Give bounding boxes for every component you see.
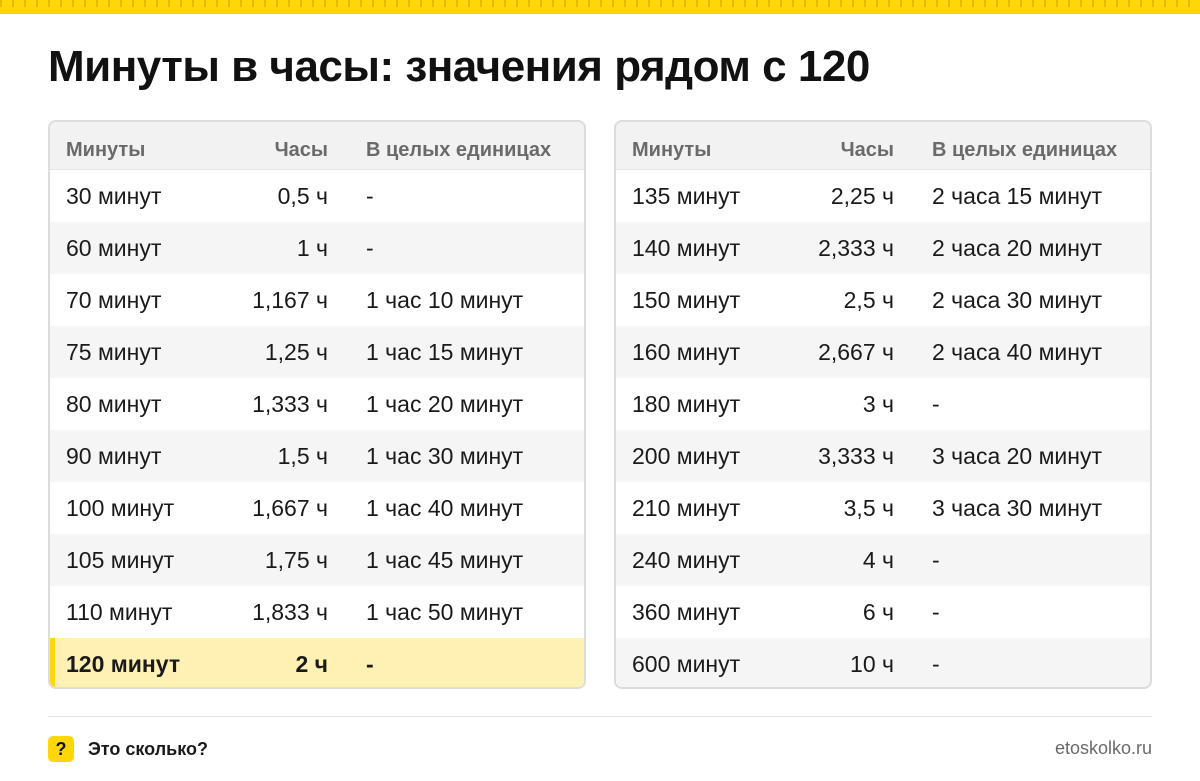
table-row: 90 минут 1,5 ч 1 час 30 минут [50, 430, 584, 482]
table-row: 200 минут 3,333 ч 3 часа 20 минут [616, 430, 1150, 482]
table-row: 30 минут 0,5 ч - [50, 170, 584, 222]
cell-whole: - [366, 234, 374, 261]
cell-whole: 1 час 10 минут [366, 286, 524, 313]
site-link[interactable]: etoskolko.ru [1055, 738, 1152, 759]
brand-name: Это сколько? [88, 738, 208, 759]
cell-minutes: 360 минут [632, 598, 741, 625]
cell-hours: 1,25 ч [264, 338, 328, 365]
cell-whole: 1 час 45 минут [366, 546, 524, 573]
cell-whole: 1 час 20 минут [366, 390, 524, 417]
cell-hours: 3,333 ч [818, 442, 894, 469]
cell-hours: 3,5 ч [843, 494, 894, 521]
cell-minutes: 600 минут [632, 650, 741, 677]
cell-minutes: 140 минут [632, 234, 741, 261]
table-right: Минуты Часы В целых единицах 135 минут 2,… [614, 120, 1152, 689]
cell-hours: 0,5 ч [277, 182, 328, 209]
table-row: 210 минут 3,5 ч 3 часа 30 минут [616, 482, 1150, 534]
footer-brand[interactable]: ? Это сколько? [48, 736, 208, 762]
cell-hours: 1,833 ч [252, 598, 328, 625]
cell-minutes: 200 минут [632, 442, 741, 469]
table-row: 180 минут 3 ч - [616, 378, 1150, 430]
cell-hours: 1,667 ч [252, 494, 328, 521]
cell-minutes: 60 минут [66, 234, 162, 261]
cell-whole: 3 часа 30 минут [932, 494, 1103, 521]
table-row: 110 минут 1,833 ч 1 час 50 минут [50, 586, 584, 638]
cell-hours: 1,5 ч [277, 442, 328, 469]
table-row: 80 минут 1,333 ч 1 час 20 минут [50, 378, 584, 430]
cell-hours: 2,333 ч [818, 234, 894, 261]
table-row: 70 минут 1,167 ч 1 час 10 минут [50, 274, 584, 326]
cell-whole: - [932, 598, 940, 625]
table-left: Минуты Часы В целых единицах 30 минут 0,5… [48, 120, 586, 689]
cell-minutes: 70 минут [66, 286, 162, 313]
cell-hours: 1,167 ч [252, 286, 328, 313]
table-header: Минуты Часы В целых единицах [616, 122, 1150, 170]
cell-whole: 2 часа 40 минут [932, 338, 1103, 365]
cell-minutes: 135 минут [632, 182, 741, 209]
cell-whole: 1 час 30 минут [366, 442, 524, 469]
cell-whole: - [366, 650, 374, 677]
cell-minutes: 210 минут [632, 494, 741, 521]
table-header: Минуты Часы В целых единицах [50, 122, 584, 170]
footer-divider [48, 716, 1152, 717]
header-hours: Часы [840, 139, 894, 161]
cell-hours: 1 ч [296, 234, 328, 261]
table-body: 30 минут 0,5 ч - 60 минут 1 ч - 70 минут 1,167 … [50, 170, 584, 687]
cell-whole: - [932, 546, 940, 573]
header-minutes: Минуты [66, 139, 146, 161]
cell-whole: 3 часа 20 минут [932, 442, 1103, 469]
cell-whole: 2 часа 15 минут [932, 182, 1103, 209]
table-row: 240 минут 4 ч - [616, 534, 1150, 586]
page-title: Минуты в часы: значения рядом с 120 [48, 42, 870, 91]
cell-whole: - [932, 390, 940, 417]
cell-whole: 1 час 15 минут [366, 338, 524, 365]
cell-minutes: 80 минут [66, 390, 162, 417]
table-body: 135 минут 2,25 ч 2 часа 15 минут 140 минут 2… [616, 170, 1150, 687]
cell-hours: 2,667 ч [818, 338, 894, 365]
cell-minutes: 100 минут [66, 494, 175, 521]
cell-hours: 4 ч [862, 546, 894, 573]
cell-minutes: 180 минут [632, 390, 741, 417]
cell-hours: 10 ч [850, 650, 894, 677]
cell-whole: 1 час 40 минут [366, 494, 524, 521]
header-hours: Часы [274, 139, 328, 161]
table-row: 140 минут 2,333 ч 2 часа 20 минут [616, 222, 1150, 274]
cell-hours: 1,333 ч [252, 390, 328, 417]
cell-minutes: 105 минут [66, 546, 175, 573]
table-row: 360 минут 6 ч - [616, 586, 1150, 638]
header-whole: В целых единицах [932, 139, 1118, 161]
table-row: 100 минут 1,667 ч 1 час 40 минут [50, 482, 584, 534]
cell-minutes: 120 минут [66, 650, 181, 677]
table-row: 135 минут 2,25 ч 2 часа 15 минут [616, 170, 1150, 222]
table-row: 60 минут 1 ч - [50, 222, 584, 274]
header-whole: В целых единицах [366, 139, 552, 161]
table-row-highlighted: 120 минут 2 ч - [50, 638, 584, 687]
cell-whole: - [932, 650, 940, 677]
question-icon: ? [48, 736, 74, 762]
cell-whole: 2 часа 20 минут [932, 234, 1103, 261]
table-row: 105 минут 1,75 ч 1 час 45 минут [50, 534, 584, 586]
cell-hours: 2,25 ч [830, 182, 894, 209]
cell-minutes: 30 минут [66, 182, 162, 209]
cell-hours: 1,75 ч [264, 546, 328, 573]
cell-hours: 2 ч [295, 650, 328, 677]
cell-whole: 1 час 50 минут [366, 598, 524, 625]
table-row: 600 минут 10 ч - [616, 638, 1150, 687]
cell-whole: 2 часа 30 минут [932, 286, 1103, 313]
cell-minutes: 110 минут [66, 598, 173, 625]
table-row: 75 минут 1,25 ч 1 час 15 минут [50, 326, 584, 378]
cell-minutes: 90 минут [66, 442, 162, 469]
header-minutes: Минуты [632, 139, 712, 161]
cell-hours: 3 ч [862, 390, 894, 417]
cell-minutes: 75 минут [66, 338, 162, 365]
cell-whole: - [366, 182, 374, 209]
table-row: 160 минут 2,667 ч 2 часа 40 минут [616, 326, 1150, 378]
table-row: 150 минут 2,5 ч 2 часа 30 минут [616, 274, 1150, 326]
cell-hours: 2,5 ч [843, 286, 894, 313]
cell-hours: 6 ч [862, 598, 894, 625]
cell-minutes: 240 минут [632, 546, 741, 573]
ruler-strip [0, 0, 1200, 14]
cell-minutes: 160 минут [632, 338, 741, 365]
cell-minutes: 150 минут [632, 286, 741, 313]
